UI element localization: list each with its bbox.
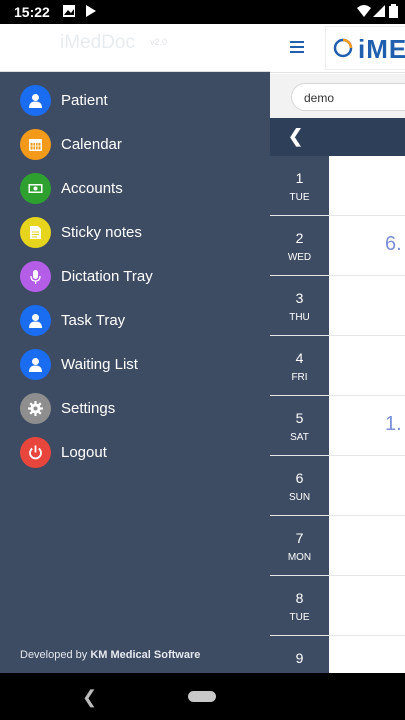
- calendar-screen: iME demo ❮ 1 TUE 2 WED 6. 3 THU 4 FRI 5 SAT 1. 6 SUN 7…: [270, 24, 405, 673]
- calendar-day-row[interactable]: 7 MON: [270, 516, 405, 576]
- day-weekday: TUE: [289, 192, 310, 203]
- menu-item-settings[interactable]: Settings: [0, 389, 270, 433]
- day-weekday: SUN: [288, 492, 311, 503]
- day-weekday: WED: [287, 252, 312, 263]
- menu-item-label: Calendar: [61, 136, 122, 153]
- day-label: 1 TUE: [270, 156, 329, 215]
- person-icon: [20, 305, 51, 336]
- menu-item-label: Waiting List: [61, 356, 138, 373]
- navigation-drawer: iMedDoc v2.0 Patient Calendar Accounts Stic…: [0, 24, 270, 673]
- search-input[interactable]: demo: [291, 83, 405, 111]
- day-number: 3: [295, 290, 304, 306]
- search-row: demo: [270, 74, 405, 118]
- day-label: 6 SUN: [270, 456, 329, 515]
- calendar-day-row[interactable]: 2 WED 6.: [270, 216, 405, 276]
- signal-icon: [373, 5, 385, 17]
- menu-item-label: Sticky notes: [61, 224, 142, 241]
- money-icon: [20, 173, 51, 204]
- day-number: 1: [295, 170, 304, 186]
- day-number: 9: [295, 650, 304, 666]
- day-weekday: SAT: [290, 432, 309, 443]
- system-nav-bar: ❮: [0, 673, 405, 720]
- day-number: 7: [295, 530, 304, 546]
- drawer-version: v2.0: [150, 37, 168, 47]
- day-value: 1.: [385, 413, 402, 435]
- drawer-header: iMedDoc v2.0: [0, 24, 270, 72]
- footer-company: KM Medical Software: [90, 649, 201, 661]
- drawer-footer: Developed by KM Medical Software: [20, 649, 200, 661]
- calendar-header: ❮: [270, 118, 405, 156]
- day-label: 7 MON: [270, 516, 329, 575]
- person-icon: [20, 85, 51, 116]
- status-bar: 15:22: [0, 0, 405, 24]
- status-time: 15:22: [14, 4, 50, 20]
- day-number: 2: [295, 230, 304, 246]
- app-logo-text: iME: [358, 34, 405, 64]
- gear-icon: [20, 393, 51, 424]
- calendar-day-row[interactable]: 1 TUE: [270, 156, 405, 216]
- menu-item-label: Task Tray: [61, 312, 126, 329]
- day-label: 4 FRI: [270, 336, 329, 395]
- menu-item-patient[interactable]: Patient: [0, 81, 270, 125]
- day-label: 2 WED: [270, 216, 329, 275]
- app-toolbar: iME: [270, 24, 405, 73]
- calendar-icon: [20, 129, 51, 160]
- wifi-icon: [357, 5, 371, 17]
- menu-item-label: Accounts: [61, 180, 123, 197]
- chevron-left-icon[interactable]: ❮: [288, 126, 303, 147]
- menu-item-dictation-tray[interactable]: Dictation Tray: [0, 257, 270, 301]
- day-number: 6: [295, 470, 304, 486]
- menu-item-label: Logout: [61, 444, 107, 461]
- calendar-day-row[interactable]: 3 THU: [270, 276, 405, 336]
- menu-item-logout[interactable]: Logout: [0, 433, 270, 477]
- hamburger-menu-icon[interactable]: [290, 41, 304, 53]
- day-weekday: THU: [289, 312, 310, 323]
- calendar-day-row[interactable]: 8 TUE: [270, 576, 405, 636]
- day-number: 5: [295, 410, 304, 426]
- day-label: 5 SAT: [270, 396, 329, 455]
- gallery-icon: [63, 5, 75, 17]
- day-number: 4: [295, 350, 304, 366]
- day-label: 3 THU: [270, 276, 329, 335]
- day-label: 9: [270, 636, 329, 673]
- menu-item-task-tray[interactable]: Task Tray: [0, 301, 270, 345]
- day-weekday: FRI: [291, 372, 308, 383]
- battery-icon: [389, 4, 398, 18]
- drawer-brand: iMedDoc: [60, 32, 135, 53]
- drawer-menu: Patient Calendar Accounts Sticky notes Dicta…: [0, 81, 270, 477]
- menu-item-label: Patient: [61, 92, 108, 109]
- day-number: 8: [295, 590, 304, 606]
- logo-ring-icon: [333, 38, 353, 58]
- note-icon: [20, 217, 51, 248]
- menu-item-calendar[interactable]: Calendar: [0, 125, 270, 169]
- day-weekday: MON: [287, 552, 312, 563]
- nav-home-pill[interactable]: [188, 691, 216, 702]
- nav-back-icon[interactable]: ❮: [82, 687, 97, 708]
- menu-item-waiting-list[interactable]: Waiting List: [0, 345, 270, 389]
- day-value: 6.: [385, 233, 402, 255]
- microphone-icon: [20, 261, 51, 292]
- calendar-day-row[interactable]: 6 SUN: [270, 456, 405, 516]
- play-store-icon: [86, 5, 96, 17]
- day-label: 8 TUE: [270, 576, 329, 635]
- calendar-day-list: 1 TUE 2 WED 6. 3 THU 4 FRI 5 SAT 1. 6 SUN 7 MON 8 TUE 9: [270, 156, 405, 673]
- calendar-day-row[interactable]: 9: [270, 636, 405, 673]
- menu-item-label: Settings: [61, 400, 116, 417]
- person-icon: [20, 349, 51, 380]
- search-input-value: demo: [304, 91, 335, 105]
- menu-item-label: Dictation Tray: [61, 268, 153, 285]
- menu-item-accounts[interactable]: Accounts: [0, 169, 270, 213]
- calendar-day-row[interactable]: 5 SAT 1.: [270, 396, 405, 456]
- day-weekday: TUE: [289, 612, 310, 623]
- calendar-day-row[interactable]: 4 FRI: [270, 336, 405, 396]
- footer-prefix: Developed by: [20, 649, 91, 661]
- power-icon: [20, 437, 51, 468]
- menu-item-sticky-notes[interactable]: Sticky notes: [0, 213, 270, 257]
